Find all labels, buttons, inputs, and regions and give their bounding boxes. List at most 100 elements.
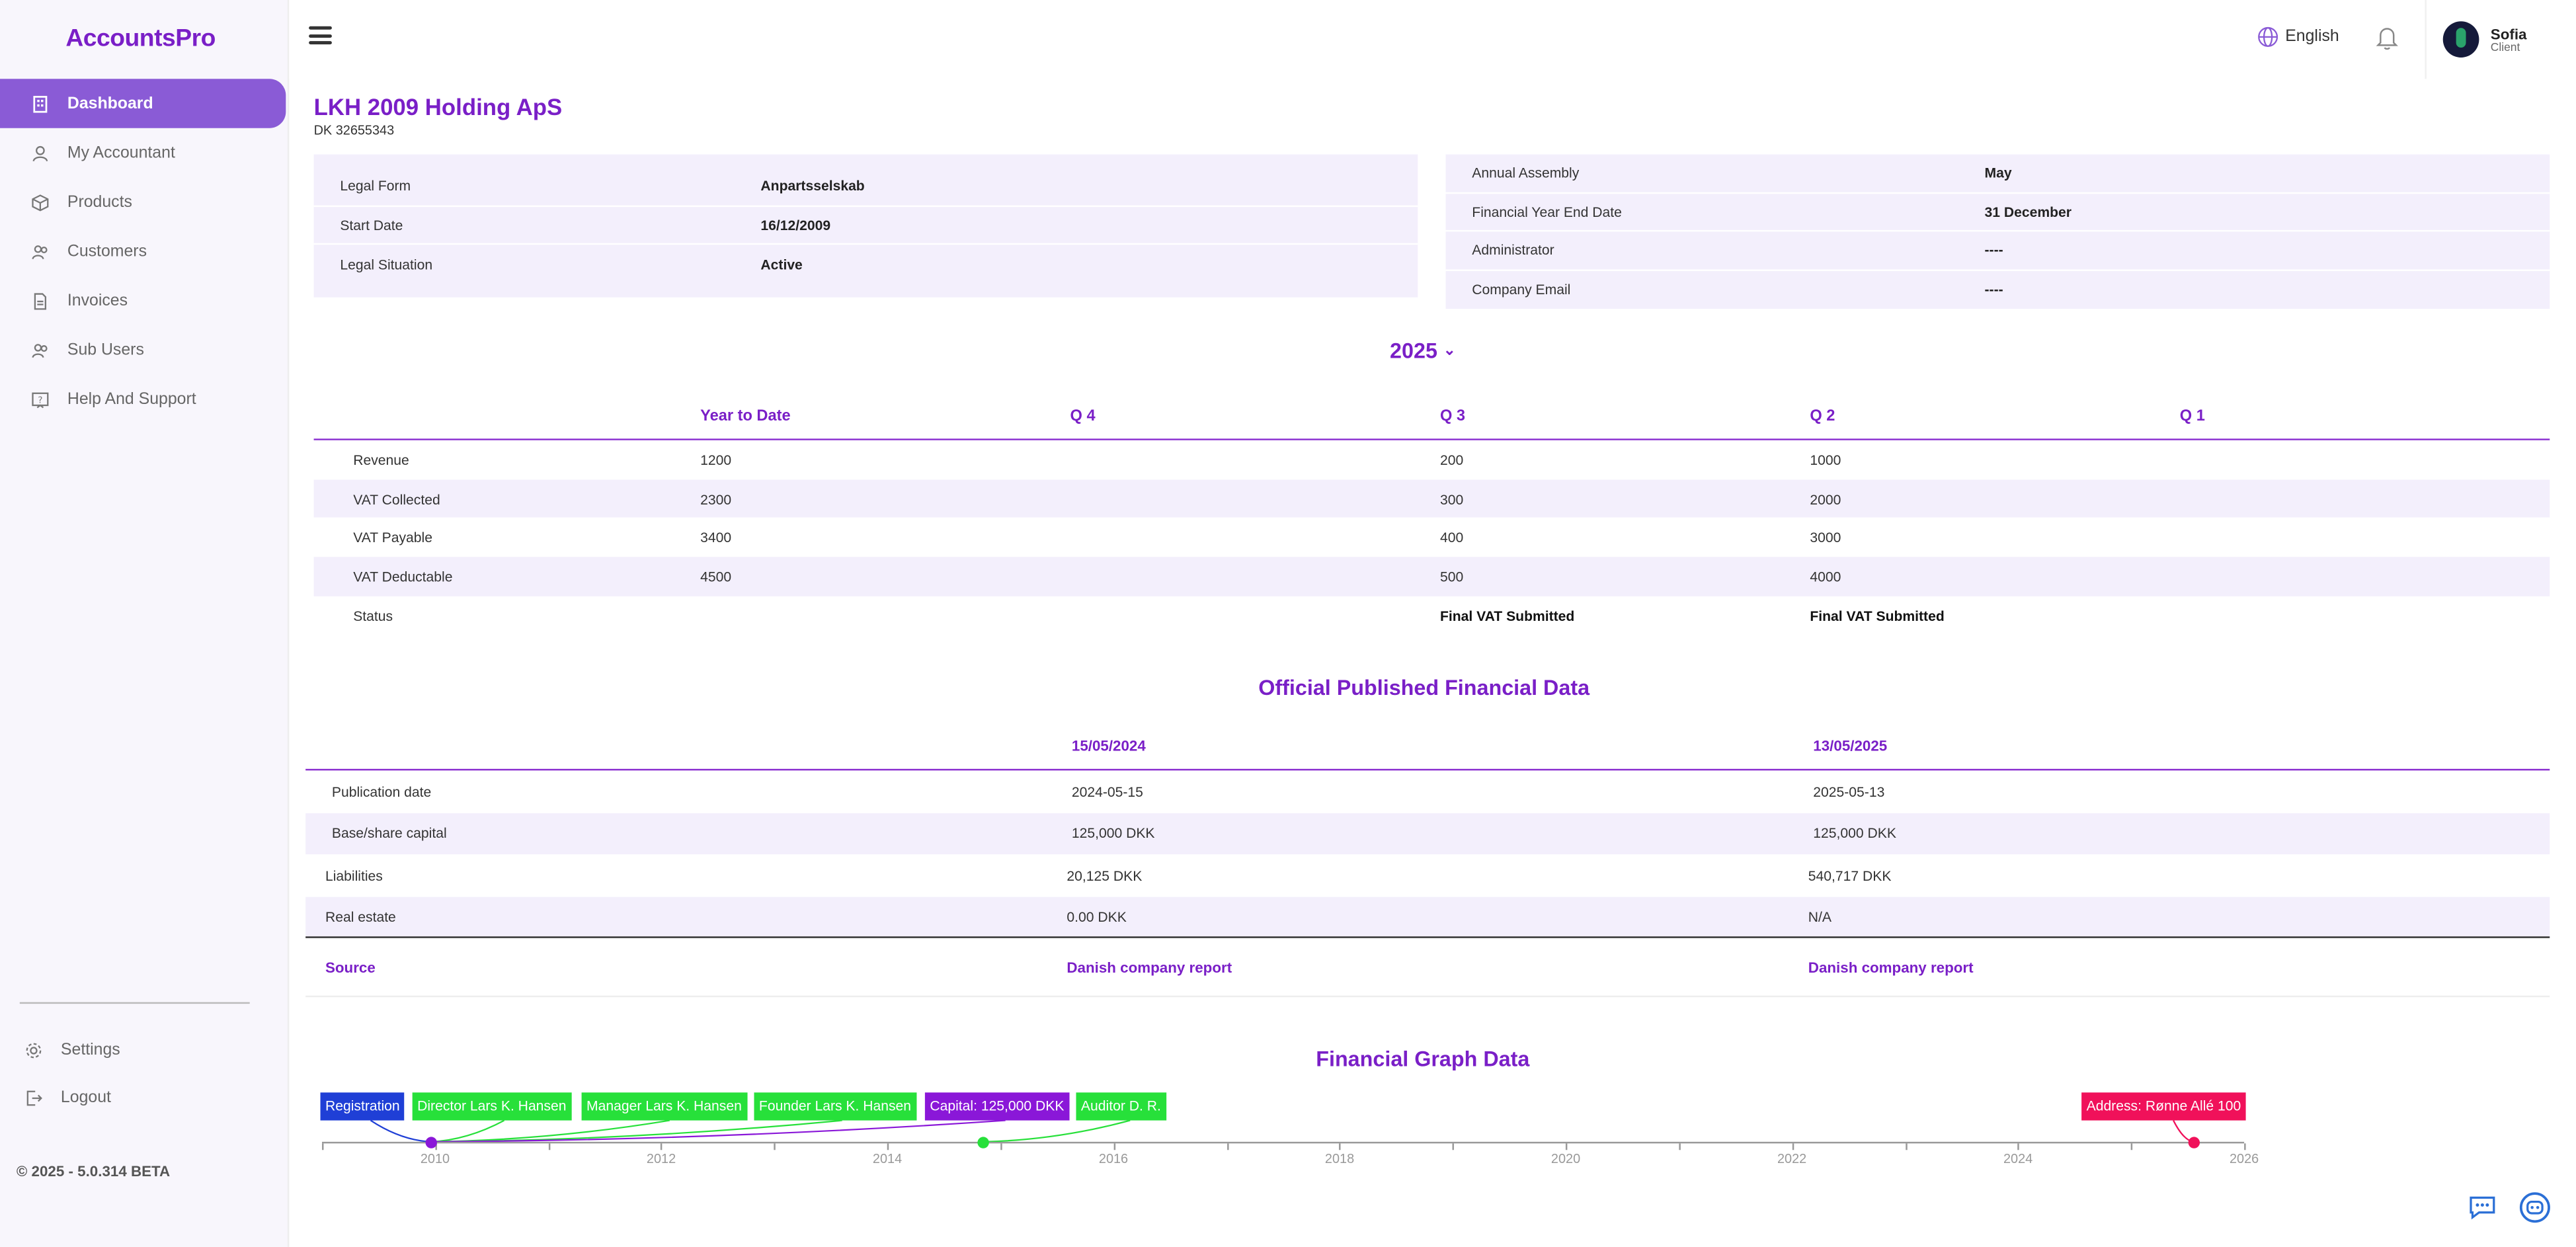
table-body: Revenue 1200 200 1000 VAT Collected 2300…: [313, 440, 2550, 635]
notification-bell-icon[interactable]: [2376, 24, 2399, 59]
row-label: VAT Deductable: [353, 568, 453, 585]
timeline-axis: [322, 1141, 2245, 1144]
info-value: Anpartsselskab: [760, 177, 865, 194]
info-label: Start Date: [340, 216, 403, 233]
table-row: Liabilities 20,125 DKK 540,717 DKK: [305, 854, 2550, 896]
info-value: May: [1984, 165, 2012, 181]
user-role: Client: [2490, 42, 2520, 54]
sidebar-item-products[interactable]: Products: [0, 177, 289, 227]
info-label: Legal Form: [340, 177, 411, 194]
app-logo[interactable]: AccountsPro: [65, 24, 216, 52]
year-label: 2025: [1390, 338, 1437, 364]
status-badge: Final VAT Submitted: [1439, 607, 1575, 624]
source-link[interactable]: Danish company report: [1808, 959, 2550, 975]
logout-link[interactable]: Logout: [0, 1074, 289, 1122]
sidebar-item-customers[interactable]: Customers: [0, 227, 289, 276]
timeline-point[interactable]: [424, 1137, 436, 1148]
axis-tick-label: 2018: [1324, 1151, 1355, 1167]
axis-tick: [322, 1143, 324, 1150]
column-header: 15/05/2024: [1071, 737, 1146, 754]
axis-tick-label: 2024: [2003, 1151, 2033, 1167]
axis-tick-label: 2010: [420, 1151, 450, 1167]
info-value: 31 December: [1984, 203, 2072, 220]
user-menu[interactable]: Sofia Client: [2425, 0, 2550, 79]
column-header: Q 4: [1070, 407, 1096, 426]
timeline-event-tag[interactable]: Capital: 125,000 DKK: [924, 1092, 1069, 1121]
cell-q3: 400: [1439, 529, 1464, 546]
logout-icon: [23, 1088, 43, 1108]
row-label: Revenue: [353, 451, 409, 468]
row-label: Status: [353, 607, 393, 624]
axis-tick: [547, 1143, 550, 1150]
table-cell: 540,717 DKK: [1808, 867, 1892, 884]
timeline-event-tag[interactable]: Founder Lars K. Hansen: [754, 1092, 916, 1121]
info-value: 16/12/2009: [760, 216, 831, 233]
support-bot-icon[interactable]: [2518, 1191, 2552, 1224]
axis-tick: [2244, 1143, 2246, 1150]
timeline-event-tag[interactable]: Auditor D. R.: [1076, 1092, 1166, 1121]
axis-tick-label: 2026: [2229, 1151, 2259, 1167]
cell-q3: 200: [1439, 451, 1464, 468]
menu-toggle-icon[interactable]: [309, 26, 332, 46]
axis-tick: [2131, 1143, 2133, 1150]
column-header: 13/05/2025: [1813, 737, 1888, 754]
timeline-connector: [430, 1119, 505, 1143]
user-name: Sofia: [2490, 25, 2527, 42]
source-link[interactable]: Danish company report: [1067, 959, 1808, 975]
company-info-left: Legal Form Anpartsselskab Start Date 16/12…: [313, 154, 1418, 298]
cell-q2: 1000: [1810, 451, 1841, 468]
language-selector[interactable]: English: [2257, 26, 2339, 48]
sidebar-item-help-and-support[interactable]: ? Help And Support: [0, 375, 289, 424]
table-cell: N/A: [1808, 908, 1832, 925]
cell-q3: 300: [1439, 490, 1464, 507]
info-row: Legal Situation Active: [314, 245, 1418, 283]
info-value: ----: [1984, 281, 2003, 298]
table-row: Revenue 1200 200 1000: [313, 440, 2550, 479]
axis-tick-label: 2014: [872, 1151, 903, 1167]
sidebar-item-label: Dashboard: [67, 94, 153, 113]
axis-tick: [1000, 1143, 1002, 1150]
info-row: Company Email ----: [1446, 270, 2550, 309]
row-label: Base/share capital: [331, 825, 447, 842]
info-row: Financial Year End Date 31 December: [1445, 193, 2550, 232]
sidebar-item-invoices[interactable]: Invoices: [0, 276, 289, 325]
table-header: 15/05/2024 13/05/2025: [305, 723, 2550, 771]
building-icon: [30, 94, 50, 114]
timeline-event-tag[interactable]: Registration: [320, 1092, 405, 1121]
table-header: Year to Date Q 4 Q 3 Q 2 Q 1: [313, 394, 2550, 440]
sidebar: AccountsPro Dashboard My Accountant Prod…: [0, 0, 290, 1247]
axis-tick: [1453, 1143, 1455, 1150]
sidebar-item-dashboard[interactable]: Dashboard: [0, 79, 286, 128]
year-selector[interactable]: 2025 ⌄: [1390, 339, 1456, 363]
settings-label: Settings: [60, 1041, 120, 1060]
settings-link[interactable]: Settings: [0, 1027, 289, 1074]
column-header: Q 1: [2179, 407, 2205, 426]
info-label: Financial Year End Date: [1472, 203, 1622, 220]
timeline-event-tag[interactable]: Address: Rønne Allé 100: [2081, 1092, 2246, 1121]
cell-q2: 4000: [1810, 568, 1841, 585]
cell-ytd: 3400: [700, 529, 732, 546]
timeline-event-tag[interactable]: Manager Lars K. Hansen: [581, 1092, 747, 1121]
info-value: ----: [1984, 241, 2003, 259]
chat-icon[interactable]: [2466, 1191, 2499, 1224]
sidebar-item-sub-users[interactable]: Sub Users: [0, 325, 289, 375]
timeline-event-tag[interactable]: Director Lars K. Hansen: [412, 1092, 571, 1121]
axis-tick: [1566, 1143, 1568, 1150]
sidebar-bottom: Settings Logout: [0, 1002, 289, 1122]
sidebar-item-label: Products: [67, 192, 132, 212]
axis-tick: [1905, 1143, 1907, 1150]
published-data-title: Official Published Financial Data: [1258, 675, 1590, 700]
axis-tick: [1340, 1143, 1342, 1150]
sidebar-item-my-accountant[interactable]: My Accountant: [0, 128, 289, 178]
row-label: Publication date: [331, 783, 432, 800]
row-label: VAT Collected: [353, 490, 440, 507]
sidebar-nav: Dashboard My Accountant Products Custome…: [0, 79, 289, 424]
company-info-right: Annual Assembly May Financial Year End Da…: [1445, 154, 2550, 309]
axis-tick: [1227, 1143, 1228, 1150]
table-row: Publication date 2024-05-15 2025-05-13: [305, 770, 2550, 812]
sidebar-item-label: My Accountant: [67, 143, 175, 162]
axis-tick-label: 2020: [1550, 1151, 1581, 1167]
box-icon: [30, 192, 50, 212]
cell-ytd: 2300: [700, 490, 732, 507]
cell-q2: 2000: [1810, 490, 1841, 507]
